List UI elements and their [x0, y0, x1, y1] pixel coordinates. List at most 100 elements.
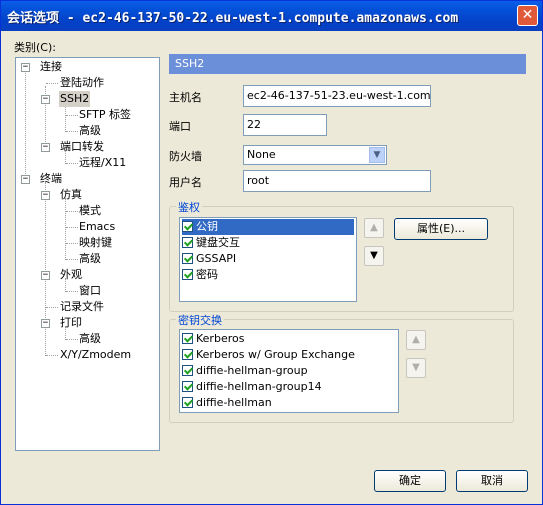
collapse-icon[interactable]: −: [21, 175, 30, 184]
checkbox-icon[interactable]: [182, 237, 193, 248]
tree-connector: [66, 163, 78, 164]
tree-connector: [66, 339, 78, 340]
arrow-down-icon: ▼: [412, 362, 420, 373]
tree-connector: [66, 115, 78, 116]
list-item-label: Kerberos: [196, 332, 245, 345]
collapse-icon[interactable]: −: [41, 319, 50, 328]
tree-connector: [66, 243, 78, 244]
list-item-label: Kerberos w/ Group Exchange: [196, 348, 355, 361]
list-item-label: diffie-hellman: [196, 396, 272, 409]
checkbox-icon[interactable]: [182, 349, 193, 360]
tree-item-sftp-tab[interactable]: SFTP 标签: [79, 107, 131, 123]
panel-header: SSH2: [169, 54, 526, 74]
tree-item-window[interactable]: 窗口: [79, 283, 101, 299]
kex-move-up-button[interactable]: ▲: [406, 330, 426, 350]
firewall-value: None: [247, 148, 276, 161]
list-item-label: 公钥: [196, 220, 218, 233]
tree-item-connection[interactable]: 连接: [40, 59, 62, 75]
host-field[interactable]: ec2-46-137-51-23.eu-west-1.compute: [243, 85, 431, 107]
auth-method-list[interactable]: 公钥 键盘交互 GSSAPI 密码: [179, 217, 357, 302]
auth-group-title: 鉴权: [176, 199, 202, 215]
list-item[interactable]: diffie-hellman-group: [182, 363, 308, 379]
tree-item-ssh2-advanced[interactable]: 高级: [79, 123, 101, 139]
tree-connector: [66, 259, 78, 260]
kex-group-title: 密钥交换: [176, 312, 224, 328]
checkbox-icon[interactable]: [182, 397, 193, 408]
checkbox-icon[interactable]: [182, 269, 193, 280]
port-field[interactable]: 22: [243, 114, 327, 136]
firewall-select[interactable]: None ▼: [243, 145, 387, 165]
tree-item-mapped-keys[interactable]: 映射键: [79, 235, 112, 251]
firewall-label: 防火墙: [169, 150, 202, 163]
tree-item-xyzmodem[interactable]: X/Y/Zmodem: [60, 347, 131, 363]
session-options-dialog: 会话选项 - ec2-46-137-50-22.eu-west-1.comput…: [0, 0, 543, 505]
list-item[interactable]: Kerberos w/ Group Exchange: [182, 347, 355, 363]
tree-connector: [25, 70, 26, 182]
checkbox-icon[interactable]: [182, 333, 193, 344]
kex-list[interactable]: Kerberos Kerberos w/ Group Exchange diff…: [179, 329, 399, 413]
collapse-icon[interactable]: −: [41, 143, 50, 152]
list-item-label: 键盘交互: [196, 236, 240, 249]
kex-move-down-button[interactable]: ▼: [406, 358, 426, 378]
tree-item-emulation-advanced[interactable]: 高级: [79, 251, 101, 267]
collapse-icon[interactable]: −: [21, 63, 30, 72]
list-item[interactable]: 键盘交互: [182, 235, 240, 251]
tree-connector: [66, 131, 78, 132]
host-label: 主机名: [169, 91, 202, 104]
tree-item-login-actions[interactable]: 登陆动作: [60, 75, 104, 91]
list-item-label: diffie-hellman-group14: [196, 380, 322, 393]
tree-item-modes[interactable]: 模式: [79, 203, 101, 219]
port-label: 端口: [169, 120, 191, 133]
category-label: 类别(C):: [14, 41, 56, 54]
tree-connector: [46, 307, 58, 308]
tree-connector: [65, 198, 66, 260]
tree-item-appearance[interactable]: 外观: [60, 267, 82, 283]
properties-button[interactable]: 属性(E)...: [394, 218, 488, 240]
ok-button[interactable]: 确定: [374, 470, 446, 492]
move-down-button[interactable]: ▼: [364, 246, 384, 266]
list-item[interactable]: 密码: [182, 267, 218, 283]
arrow-up-icon: ▲: [412, 334, 420, 345]
username-field[interactable]: root: [243, 170, 431, 192]
tree-item-printing-advanced[interactable]: 高级: [79, 331, 101, 347]
move-up-button[interactable]: ▲: [364, 218, 384, 238]
arrow-down-icon: ▼: [370, 250, 378, 261]
category-tree[interactable]: − 连接 登陆动作 − SSH2 SFTP 标签 高级 − 端口转发 远程/X1…: [15, 57, 160, 451]
tree-connector: [66, 211, 78, 212]
tree-item-ssh2[interactable]: SSH2: [59, 91, 91, 107]
tree-connector: [46, 355, 58, 356]
tree-connector: [45, 182, 46, 356]
cancel-button[interactable]: 取消: [456, 470, 528, 492]
window-title: 会话选项 - ec2-46-137-50-22.eu-west-1.comput…: [7, 11, 459, 26]
tree-item-emacs[interactable]: Emacs: [79, 219, 115, 235]
tree-connector: [66, 291, 78, 292]
list-item-label: 密码: [196, 268, 218, 281]
list-item[interactable]: diffie-hellman: [182, 395, 272, 411]
list-item-label: GSSAPI: [196, 252, 237, 265]
tree-item-terminal[interactable]: 终端: [40, 171, 62, 187]
list-item[interactable]: 公钥: [182, 219, 354, 235]
checkbox-icon[interactable]: [182, 221, 193, 232]
list-item-label: diffie-hellman-group: [196, 364, 308, 377]
checkbox-icon[interactable]: [182, 253, 193, 264]
title-bar[interactable]: 会话选项 - ec2-46-137-50-22.eu-west-1.comput…: [1, 1, 542, 31]
tree-connector: [46, 83, 58, 84]
checkbox-icon[interactable]: [182, 365, 193, 376]
tree-item-port-forwarding[interactable]: 端口转发: [60, 139, 104, 155]
collapse-icon[interactable]: −: [41, 95, 50, 104]
list-item[interactable]: diffie-hellman-group14: [182, 379, 322, 395]
list-item[interactable]: GSSAPI: [182, 251, 236, 267]
username-label: 用户名: [169, 176, 202, 189]
tree-item-emulation[interactable]: 仿真: [60, 187, 82, 203]
arrow-up-icon: ▲: [370, 222, 378, 233]
close-button[interactable]: ✕: [517, 5, 538, 26]
list-item[interactable]: Kerberos: [182, 331, 244, 347]
collapse-icon[interactable]: −: [41, 191, 50, 200]
tree-item-remote-x11[interactable]: 远程/X11: [79, 155, 126, 171]
checkbox-icon[interactable]: [182, 381, 193, 392]
tree-connector: [66, 227, 78, 228]
tree-item-printing[interactable]: 打印: [60, 315, 82, 331]
chevron-down-icon[interactable]: ▼: [369, 147, 385, 163]
tree-item-log-file[interactable]: 记录文件: [60, 299, 104, 315]
collapse-icon[interactable]: −: [41, 271, 50, 280]
